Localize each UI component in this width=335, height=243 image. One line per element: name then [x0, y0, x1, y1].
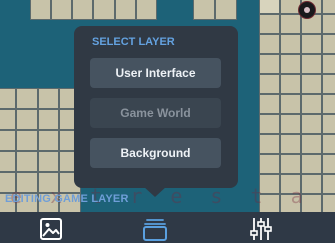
layer-select-popup: SELECT LAYER User Interface Game World B… — [74, 26, 238, 188]
image-icon — [40, 218, 62, 240]
image-tool-button[interactable] — [38, 216, 64, 242]
layer-option-background[interactable]: Background — [90, 138, 221, 168]
settings-tool-button[interactable] — [248, 216, 274, 242]
popup-title: SELECT LAYER — [92, 36, 175, 48]
floor-tiles-top — [30, 0, 157, 20]
bottom-toolbar — [0, 212, 335, 243]
editing-layer-label: EDITING GAME LAYER — [5, 193, 129, 205]
layers-icon — [143, 219, 167, 241]
sliders-icon — [250, 218, 272, 240]
layer-option-game-world[interactable]: Game World — [90, 98, 221, 128]
layers-tool-button[interactable] — [142, 216, 168, 242]
layer-option-user-interface[interactable]: User Interface — [90, 58, 221, 88]
floor-tiles-right — [259, 0, 335, 212]
player-token[interactable] — [298, 1, 316, 19]
floor-tiles-top-right — [193, 0, 237, 20]
popup-pointer — [143, 186, 167, 197]
